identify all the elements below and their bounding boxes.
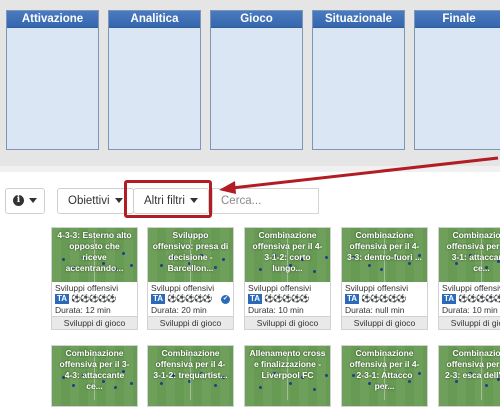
drill-card[interactable]: Combinazione offensiva per il 4-2-3-1: A… bbox=[341, 345, 428, 407]
drill-diagram: Allenamento cross e finalizzazione - Liv… bbox=[245, 346, 330, 406]
drill-diagram: Combinazione offensiva per il 4-2-3-1: A… bbox=[342, 346, 427, 406]
drill-rating-row: TA ⚽⚽⚽⚽⚽ bbox=[345, 294, 424, 305]
drill-info: Sviluppi offensivi TA ⚽⚽⚽⚽⚽ Durata: 12 min bbox=[52, 282, 137, 315]
ta-badge: TA bbox=[151, 294, 166, 304]
drill-card[interactable]: 4-3-3: Esterno alto opposto che riceve a… bbox=[51, 227, 138, 330]
drill-duration: Durata: 10 min bbox=[248, 304, 304, 315]
drill-card[interactable]: Combinazione offensiva per il 4-3-1-2: c… bbox=[244, 227, 331, 330]
drill-diagram: Combinazione offensiva per il 4-3-3: den… bbox=[342, 228, 427, 282]
drill-rating-row: TA ⚽⚽⚽⚽⚽ bbox=[442, 294, 500, 305]
ta-badge: TA bbox=[248, 294, 263, 304]
drill-duration: Durata: 20 min bbox=[151, 304, 207, 315]
drill-diagram: 4-3-3: Esterno alto opposto che riceve a… bbox=[52, 228, 137, 282]
drill-title: Allenamento cross e finalizzazione - Liv… bbox=[249, 348, 326, 380]
drill-diagram: Combinazione offensiva per il 4-3-1: att… bbox=[439, 228, 500, 282]
drill-diagram: Combinazione offensiva per il 3-4-3: att… bbox=[52, 346, 137, 406]
drill-rating-row: TA ⚽⚽⚽⚽⚽ ✔ bbox=[151, 294, 230, 305]
drill-info: Sviluppi offensivi TA ⚽⚽⚽⚽⚽ Durata: 10 min bbox=[245, 282, 330, 315]
drill-duration: Durata: 10 min bbox=[442, 304, 498, 315]
difficulty-balls-icon: ⚽⚽⚽⚽⚽ bbox=[458, 293, 500, 303]
drill-title: Sviluppo offensivo: presa di decisione -… bbox=[152, 230, 229, 273]
difficulty-balls-icon: ⚽⚽⚽⚽⚽ bbox=[167, 293, 213, 303]
drill-diagram: Combinazione offensiva per il 4-3-1-2: t… bbox=[148, 346, 233, 406]
drill-title: Combinazione offensiva per il 4-3-3: den… bbox=[346, 230, 423, 262]
ta-badge: TA bbox=[442, 294, 457, 304]
drill-category: Sviluppi offensivi bbox=[442, 283, 500, 293]
drill-rating-row: TA ⚽⚽⚽⚽⚽ bbox=[248, 294, 327, 305]
drill-card[interactable]: Combinazione offensiva per il 4-2-3: esc… bbox=[438, 345, 500, 407]
drill-title: 4-3-3: Esterno alto opposto che riceve a… bbox=[57, 230, 132, 273]
player-marker bbox=[214, 384, 217, 387]
drill-card[interactable]: Sviluppo offensivo: presa di decisione -… bbox=[147, 227, 234, 330]
drill-card[interactable]: Combinazione offensiva per il 4-3-1-2: t… bbox=[147, 345, 234, 407]
drill-duration: Durata: null min bbox=[345, 304, 405, 315]
drill-title: Combinazione offensiva per il 4-2-3-1: A… bbox=[349, 348, 420, 391]
player-marker bbox=[160, 382, 163, 385]
drill-category: Sviluppi offensivi bbox=[248, 283, 312, 293]
drill-card[interactable]: Allenamento cross e finalizzazione - Liv… bbox=[244, 345, 331, 407]
drill-title: Combinazione offensiva per il 4-3-1-2: c… bbox=[252, 230, 323, 273]
drill-footer: Sviluppi di gioco bbox=[245, 316, 330, 329]
player-marker bbox=[380, 268, 383, 271]
drill-title: Combinazione offensiva per il 4-3-1-2: t… bbox=[153, 348, 228, 380]
drill-title: Combinazione offensiva per il 3-4-3: att… bbox=[59, 348, 130, 391]
drill-info: Sviluppi offensivi TA ⚽⚽⚽⚽⚽ ✔ Durata: 20 min bbox=[148, 282, 233, 315]
player-marker bbox=[368, 264, 371, 267]
drill-diagram: Combinazione offensiva per il 4-3-1-2: c… bbox=[245, 228, 330, 282]
drill-category: Sviluppi offensivi bbox=[55, 283, 119, 293]
drill-title: Combinazione offensiva per il 4-2-3: esc… bbox=[445, 348, 500, 380]
drill-duration: Durata: 12 min bbox=[55, 304, 111, 315]
difficulty-balls-icon: ⚽⚽⚽⚽⚽ bbox=[71, 293, 117, 303]
drill-category: Sviluppi offensivi bbox=[151, 283, 215, 293]
difficulty-balls-icon: ⚽⚽⚽⚽⚽ bbox=[361, 293, 407, 303]
drill-footer: Sviluppi di gioco bbox=[52, 316, 137, 329]
ta-badge: TA bbox=[55, 294, 70, 304]
check-icon: ✔ bbox=[221, 294, 230, 304]
player-marker bbox=[485, 384, 488, 387]
drill-card[interactable]: Combinazione offensiva per il 4-3-3: den… bbox=[341, 227, 428, 330]
drill-footer: Sviluppi di gioco bbox=[439, 316, 500, 329]
drill-footer: Sviluppi di gioco bbox=[148, 316, 233, 329]
player-marker bbox=[313, 388, 316, 391]
player-marker bbox=[259, 386, 262, 389]
drill-rating-row: TA ⚽⚽⚽⚽⚽ bbox=[55, 294, 134, 305]
drill-title: Combinazione offensiva per il 4-3-1: att… bbox=[446, 230, 500, 273]
drill-diagram: Sviluppo offensivo: presa di decisione -… bbox=[148, 228, 233, 282]
player-marker bbox=[289, 382, 292, 385]
drill-diagram: Combinazione offensiva per il 4-2-3: esc… bbox=[439, 346, 500, 406]
drill-category: Sviluppi offensivi bbox=[345, 283, 409, 293]
drill-info: Sviluppi offensivi TA ⚽⚽⚽⚽⚽ Durata: 10 min bbox=[439, 282, 500, 315]
annotation-arrow bbox=[219, 156, 499, 194]
drill-footer: Sviluppi di gioco bbox=[342, 316, 427, 329]
drill-card[interactable]: Combinazione offensiva per il 4-3-1: att… bbox=[438, 227, 500, 330]
drill-info: Sviluppi offensivi TA ⚽⚽⚽⚽⚽ Durata: null mi… bbox=[342, 282, 427, 315]
ta-badge: TA bbox=[345, 294, 360, 304]
drill-card[interactable]: Combinazione offensiva per il 3-4-3: att… bbox=[51, 345, 138, 407]
difficulty-balls-icon: ⚽⚽⚽⚽⚽ bbox=[264, 293, 310, 303]
